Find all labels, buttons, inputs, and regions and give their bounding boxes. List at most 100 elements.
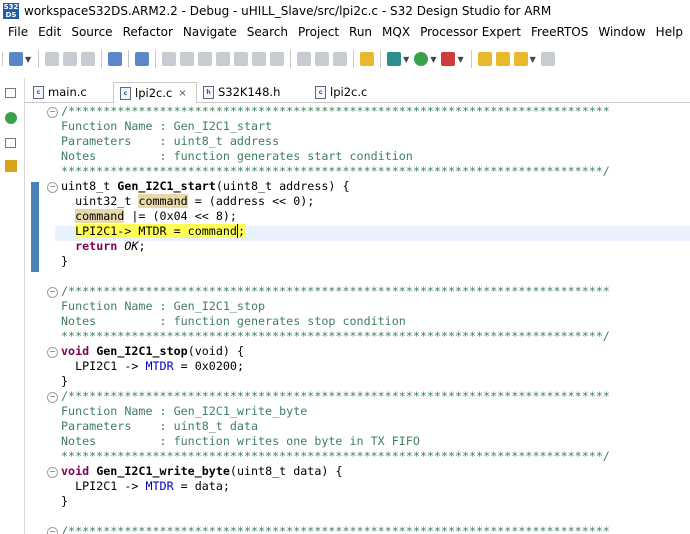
title-bar: S32 DS workspaceS32DS.ARM2.2 - Debug - u… [0, 0, 690, 22]
menu-run[interactable]: Run [344, 25, 377, 39]
terminate-icon[interactable] [198, 52, 213, 66]
resume-icon[interactable] [162, 52, 177, 66]
pin-editor-icon[interactable] [540, 52, 555, 66]
print-icon[interactable] [81, 52, 96, 66]
code-line: ****************************************… [61, 164, 610, 178]
source-code[interactable]: /***************************************… [61, 104, 610, 534]
code-token: ; [138, 239, 146, 253]
restore-icon[interactable] [5, 138, 16, 148]
code-line: LPI2C1 -> MTDR = data; [61, 479, 610, 494]
debug-icon[interactable] [387, 52, 402, 66]
code-line: Function Name : Gen_I2C1_start [61, 119, 273, 133]
c-file-icon: c [315, 85, 326, 99]
menu-processor-expert[interactable]: Processor Expert [415, 25, 526, 39]
yellow-highlight-annotation: LPI2C1-> MTDR = command; [75, 224, 245, 238]
save-icon[interactable] [45, 52, 60, 66]
menu-navigate[interactable]: Navigate [178, 25, 242, 39]
skip-breakpoints-icon[interactable] [135, 52, 150, 66]
drop-to-frame-icon[interactable] [315, 52, 330, 66]
flash-icon[interactable] [360, 52, 375, 66]
step-into-icon[interactable] [234, 52, 249, 66]
tab-main-c[interactable]: c main.c [27, 82, 107, 102]
toolbar-separator [38, 50, 40, 68]
tab-lpi2c-c-active[interactable]: c lpi2c.c × [113, 82, 197, 103]
restore-icon[interactable] [5, 88, 16, 98]
code-token: (uint8_t address) { [215, 179, 350, 193]
step-over-icon[interactable] [252, 52, 267, 66]
close-icon[interactable]: × [178, 88, 186, 99]
toolbar-separator [128, 50, 130, 68]
disconnect-icon[interactable] [216, 52, 231, 66]
toolbar-separator [470, 50, 472, 68]
step-return-icon[interactable] [270, 52, 285, 66]
menu-project[interactable]: Project [293, 25, 344, 39]
code-token: Gen_I2C1_write_byte [96, 464, 230, 478]
fold-toggle-icon[interactable]: − [47, 467, 58, 478]
open-type-icon[interactable] [477, 52, 492, 66]
menu-help[interactable]: Help [651, 25, 688, 39]
code-line: /***************************************… [61, 104, 610, 118]
tab-s32k148-h[interactable]: h S32K148.h [197, 82, 297, 102]
external-tools-icon[interactable] [441, 52, 456, 66]
instruction-step-icon[interactable] [297, 52, 312, 66]
code-line: Notes : function writes one byte in TX F… [61, 434, 420, 448]
pen-tool-dropdown-icon[interactable]: ▼ [530, 55, 536, 64]
code-line: ****************************************… [61, 329, 610, 343]
toolbar-separator [290, 50, 292, 68]
code-line: } [61, 494, 69, 508]
code-token: uint8_t [61, 179, 118, 193]
menu-freertos[interactable]: FreeRTOS [526, 25, 593, 39]
menu-window[interactable]: Window [593, 25, 650, 39]
tab-label: lpi2c.c [330, 85, 368, 99]
menu-source[interactable]: Source [66, 25, 117, 39]
code-token: LPI2C1 -> [61, 479, 146, 493]
run-icon[interactable] [414, 52, 429, 66]
suspend-icon[interactable] [180, 52, 195, 66]
pen-tool-icon[interactable] [513, 52, 528, 66]
toolbar-separator [353, 50, 355, 68]
code-line: void Gen_I2C1_stop(void) { [61, 344, 610, 359]
menu-refactor[interactable]: Refactor [118, 25, 178, 39]
code-token: void [61, 464, 90, 478]
code-line: return OK; [61, 239, 610, 254]
debug-dropdown-icon[interactable]: ▼ [403, 55, 409, 64]
code-line: Notes : function generates start conditi… [61, 149, 413, 163]
fold-toggle-icon[interactable]: − [47, 287, 58, 298]
external-tools-dropdown-icon[interactable]: ▼ [457, 55, 463, 64]
bug-icon[interactable] [5, 112, 17, 124]
new-file-icon[interactable] [9, 52, 23, 66]
code-token: = 0x0200; [173, 359, 244, 373]
run-dropdown-icon[interactable]: ▼ [430, 55, 436, 64]
fold-toggle-icon[interactable]: − [47, 182, 58, 193]
use-step-filters-icon[interactable] [333, 52, 348, 66]
code-editor[interactable]: − − − − − − − /*************************… [25, 104, 690, 534]
code-token: |= (0x04 << 8); [124, 209, 237, 223]
binary-icon[interactable] [108, 52, 123, 66]
code-line: Parameters : uint8_t data [61, 419, 259, 433]
open-element-icon[interactable] [495, 52, 510, 66]
menu-edit[interactable]: Edit [33, 25, 66, 39]
menu-mqx[interactable]: MQX [377, 25, 415, 39]
save-all-icon[interactable] [63, 52, 78, 66]
code-token: = data; [173, 479, 230, 493]
fold-toggle-icon[interactable]: − [47, 107, 58, 118]
c-file-icon: c [33, 85, 44, 99]
code-line: } [61, 254, 69, 268]
fold-toggle-icon[interactable]: − [47, 392, 58, 403]
s32ds-logo-icon: S32 DS [3, 3, 19, 19]
new-dropdown-icon[interactable]: ▼ [25, 55, 31, 64]
tab-lpi2c-c[interactable]: c lpi2c.c [309, 82, 399, 102]
bookmark-icon[interactable] [5, 160, 17, 172]
menu-search[interactable]: Search [242, 25, 293, 39]
code-token: ; [237, 224, 245, 238]
menu-file[interactable]: File [0, 25, 33, 39]
code-token: OK [124, 239, 139, 253]
fold-toggle-icon[interactable]: − [47, 527, 58, 534]
tab-label: S32K148.h [218, 85, 281, 99]
code-token: void [61, 344, 90, 358]
code-token: MTDR [145, 479, 174, 493]
fold-toggle-icon[interactable]: − [47, 347, 58, 358]
code-line: Function Name : Gen_I2C1_write_byte [61, 404, 308, 418]
